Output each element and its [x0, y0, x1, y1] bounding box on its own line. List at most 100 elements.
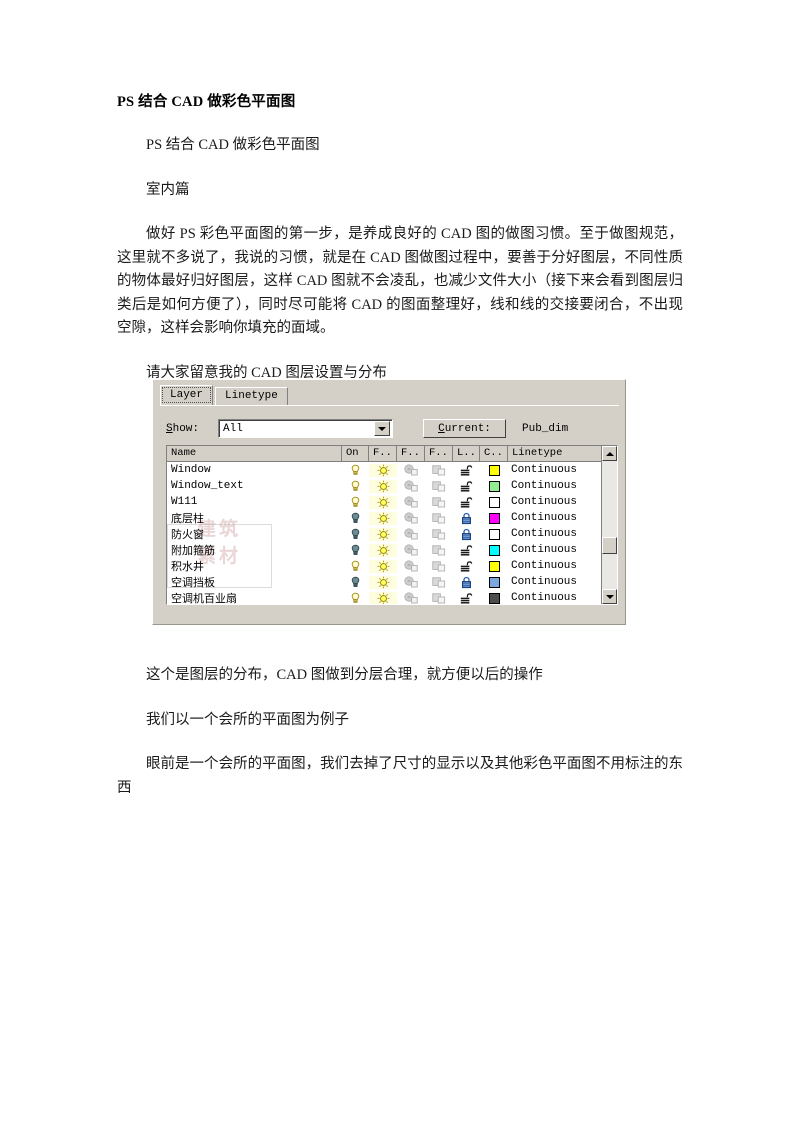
- layer-freeze-toggle[interactable]: [369, 543, 397, 557]
- column-header-freeze-new[interactable]: F..: [425, 446, 453, 461]
- layer-linetype-cell[interactable]: Continuous: [508, 528, 617, 540]
- table-row[interactable]: 空调挡板 Continuous: [167, 574, 617, 590]
- layer-freeze-toggle[interactable]: [369, 511, 397, 525]
- layer-list[interactable]: Name On F.. F.. F.. L.. C.. Linetype 建筑素…: [166, 445, 618, 605]
- layer-freeze-active-vp-toggle[interactable]: [397, 592, 425, 604]
- table-row[interactable]: 空调机百业扇 Continuous: [167, 590, 617, 605]
- layer-lock-toggle[interactable]: [453, 592, 480, 605]
- layer-freeze-toggle[interactable]: [369, 559, 397, 573]
- layer-linetype-cell[interactable]: Continuous: [508, 512, 617, 524]
- layer-on-toggle[interactable]: [342, 544, 369, 557]
- layer-color-swatch[interactable]: [480, 464, 508, 476]
- layer-linetype-cell[interactable]: Continuous: [508, 480, 617, 492]
- layer-freeze-toggle[interactable]: [369, 575, 397, 589]
- table-row[interactable]: 附加箍筋 Continuous: [167, 542, 617, 558]
- layer-freeze-active-vp-toggle[interactable]: [397, 480, 425, 492]
- layer-color-swatch[interactable]: [480, 576, 508, 588]
- paragraph-7: 眼前是一个会所的平面图，我们去掉了尺寸的显示以及其他彩色平面图不用标注的东西: [117, 756, 683, 796]
- tab-linetype[interactable]: Linetype: [215, 387, 288, 405]
- layer-freeze-new-vp-toggle[interactable]: [425, 464, 453, 476]
- layer-on-toggle[interactable]: [342, 496, 369, 509]
- layer-freeze-active-vp-toggle[interactable]: [397, 512, 425, 524]
- layer-on-toggle[interactable]: [342, 560, 369, 573]
- current-layer-value: Pub_dim: [522, 422, 569, 435]
- layer-freeze-toggle[interactable]: [369, 591, 397, 604]
- layer-freeze-active-vp-toggle[interactable]: [397, 560, 425, 572]
- layer-properties-dialog: Layer Linetype Show: All Current: Pub_di…: [152, 379, 626, 625]
- table-row[interactable]: 防火窗 Continuous: [167, 526, 617, 542]
- layer-color-swatch[interactable]: [480, 560, 508, 572]
- layer-lock-toggle[interactable]: [453, 480, 480, 493]
- layer-name-cell[interactable]: 底层柱: [167, 510, 342, 526]
- layer-color-swatch[interactable]: [480, 512, 508, 524]
- layer-name-cell[interactable]: 附加箍筋: [167, 542, 342, 558]
- layer-linetype-cell[interactable]: Continuous: [508, 592, 617, 604]
- layer-freeze-active-vp-toggle[interactable]: [397, 528, 425, 540]
- scroll-up-button[interactable]: [602, 446, 617, 461]
- layer-color-swatch[interactable]: [480, 592, 508, 604]
- layer-name-cell[interactable]: 空调挡板: [167, 574, 342, 590]
- layer-linetype-cell[interactable]: Continuous: [508, 576, 617, 588]
- column-header-lock[interactable]: L..: [453, 446, 480, 461]
- layer-freeze-toggle[interactable]: [369, 479, 397, 493]
- layer-lock-toggle[interactable]: [453, 560, 480, 573]
- layer-linetype-cell[interactable]: Continuous: [508, 464, 617, 476]
- table-row[interactable]: Window Continuous: [167, 462, 617, 478]
- layer-freeze-new-vp-toggle[interactable]: [425, 576, 453, 588]
- layer-linetype-cell[interactable]: Continuous: [508, 544, 617, 556]
- layer-freeze-toggle[interactable]: [369, 463, 397, 477]
- column-header-on[interactable]: On: [342, 446, 369, 461]
- layer-name-cell[interactable]: 空调机百业扇: [167, 590, 342, 604]
- layer-freeze-active-vp-toggle[interactable]: [397, 544, 425, 556]
- layer-lock-toggle[interactable]: [453, 576, 480, 589]
- layer-lock-toggle[interactable]: [453, 512, 480, 525]
- layer-freeze-active-vp-toggle[interactable]: [397, 496, 425, 508]
- layer-on-toggle[interactable]: [342, 464, 369, 477]
- chevron-down-icon[interactable]: [374, 421, 390, 436]
- column-header-freeze-active[interactable]: F..: [397, 446, 425, 461]
- layer-freeze-new-vp-toggle[interactable]: [425, 528, 453, 540]
- layer-name-cell[interactable]: Window_text: [167, 480, 342, 492]
- show-filter-select[interactable]: All: [218, 419, 393, 438]
- layer-freeze-toggle[interactable]: [369, 495, 397, 509]
- column-header-name[interactable]: Name: [167, 446, 342, 461]
- layer-freeze-new-vp-toggle[interactable]: [425, 496, 453, 508]
- layer-freeze-active-vp-toggle[interactable]: [397, 464, 425, 476]
- layer-color-swatch[interactable]: [480, 528, 508, 540]
- layer-on-toggle[interactable]: [342, 512, 369, 525]
- paragraph-6: 我们以一个会所的平面图为例子: [146, 711, 349, 728]
- layer-color-swatch[interactable]: [480, 544, 508, 556]
- layer-name-cell[interactable]: 积水井: [167, 558, 342, 574]
- layer-color-swatch[interactable]: [480, 480, 508, 492]
- layer-name-cell[interactable]: Window: [167, 464, 342, 476]
- layer-on-toggle[interactable]: [342, 576, 369, 589]
- layer-freeze-new-vp-toggle[interactable]: [425, 560, 453, 572]
- layer-lock-toggle[interactable]: [453, 496, 480, 509]
- layer-linetype-cell[interactable]: Continuous: [508, 496, 617, 508]
- layer-freeze-active-vp-toggle[interactable]: [397, 576, 425, 588]
- layer-color-swatch[interactable]: [480, 496, 508, 508]
- set-current-button[interactable]: Current:: [423, 419, 506, 438]
- table-row[interactable]: 积水井 Continuous: [167, 558, 617, 574]
- dialog-tabs: Layer Linetype: [160, 385, 288, 405]
- table-row[interactable]: 底层柱 Continuous: [167, 510, 617, 526]
- layer-on-toggle[interactable]: [342, 480, 369, 493]
- layer-lock-toggle[interactable]: [453, 544, 480, 557]
- layer-linetype-cell[interactable]: Continuous: [508, 560, 617, 572]
- layer-name-cell[interactable]: 防火窗: [167, 526, 342, 542]
- layer-freeze-new-vp-toggle[interactable]: [425, 480, 453, 492]
- layer-on-toggle[interactable]: [342, 592, 369, 605]
- column-header-color[interactable]: C..: [480, 446, 508, 461]
- layer-lock-toggle[interactable]: [453, 464, 480, 477]
- layer-lock-toggle[interactable]: [453, 528, 480, 541]
- tab-layer[interactable]: Layer: [160, 385, 214, 405]
- table-row[interactable]: W111 Continuous: [167, 494, 617, 510]
- column-header-freeze-all[interactable]: F..: [369, 446, 397, 461]
- layer-name-cell[interactable]: W111: [167, 496, 342, 508]
- layer-freeze-new-vp-toggle[interactable]: [425, 592, 453, 604]
- layer-on-toggle[interactable]: [342, 528, 369, 541]
- table-row[interactable]: Window_text Continuous: [167, 478, 617, 494]
- layer-freeze-new-vp-toggle[interactable]: [425, 544, 453, 556]
- layer-freeze-toggle[interactable]: [369, 527, 397, 541]
- layer-freeze-new-vp-toggle[interactable]: [425, 512, 453, 524]
